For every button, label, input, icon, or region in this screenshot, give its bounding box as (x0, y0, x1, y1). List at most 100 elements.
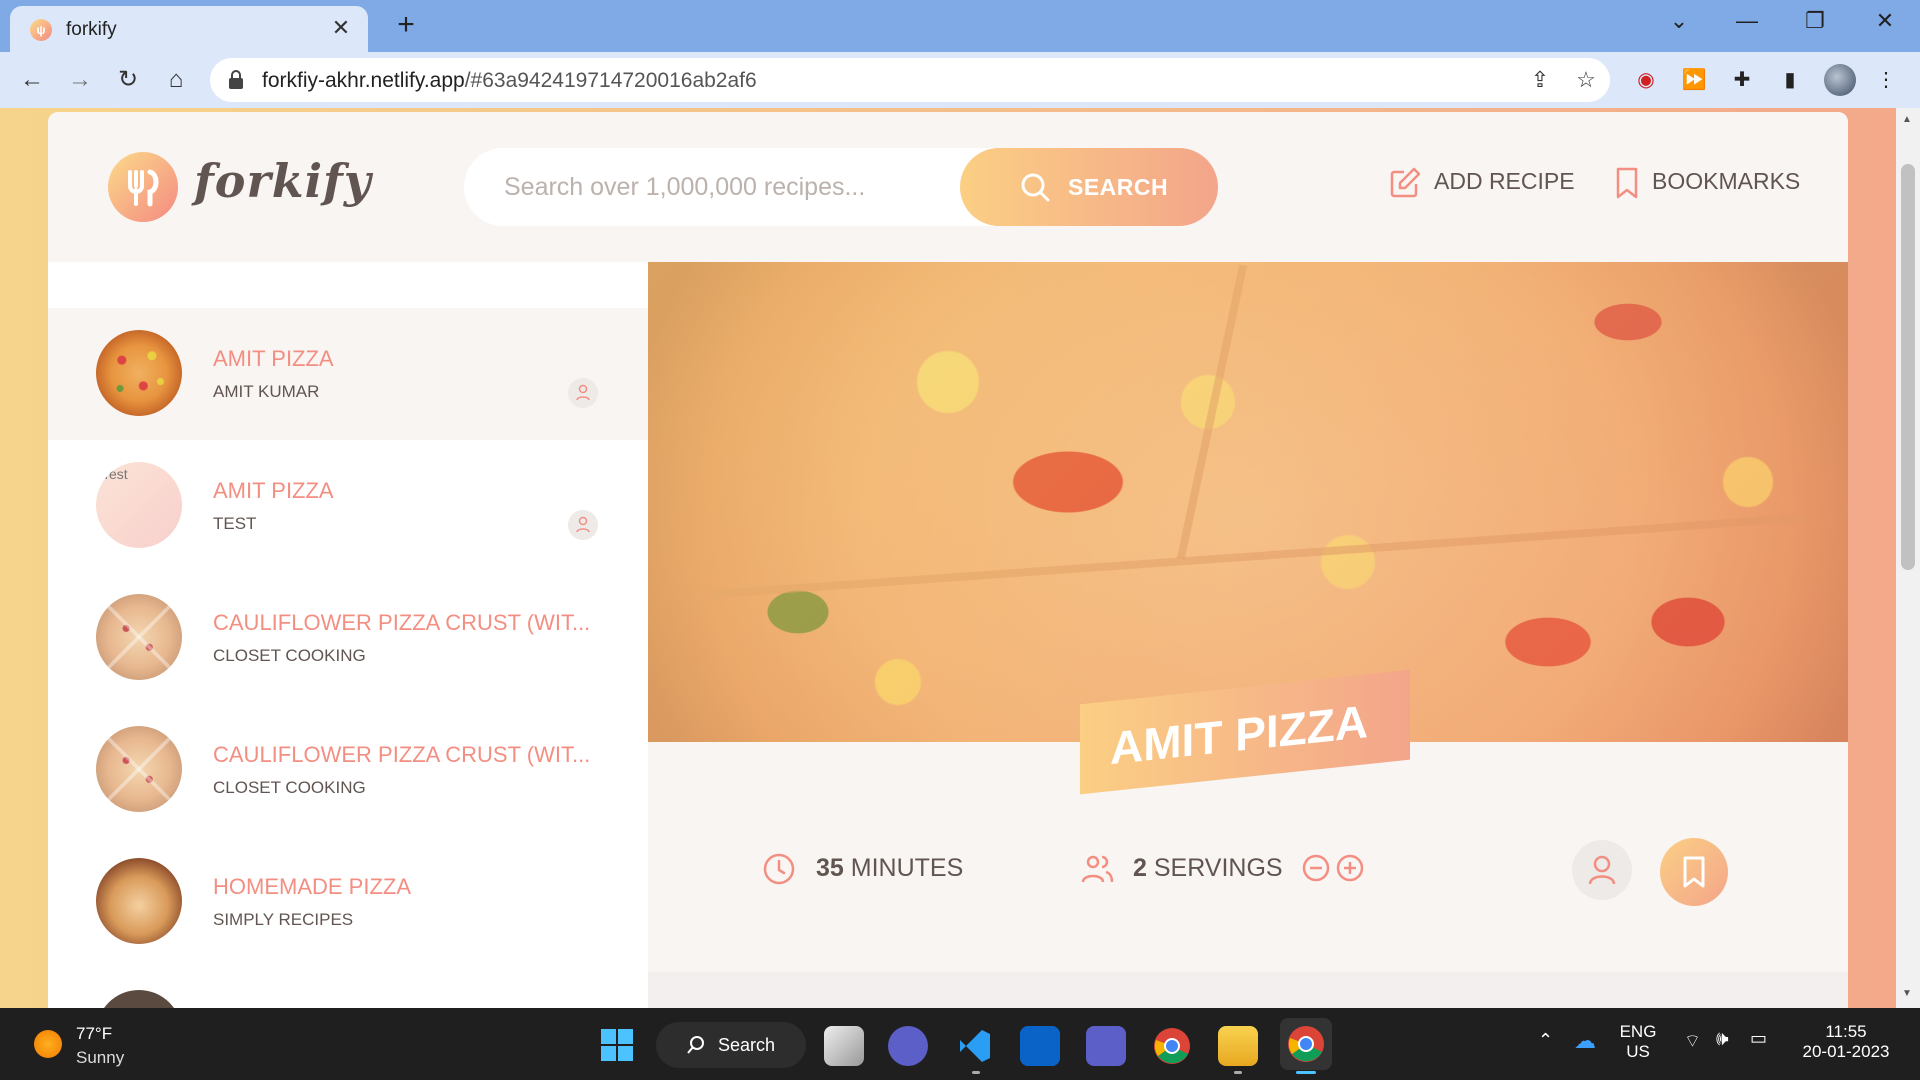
tab-title: forkify (66, 19, 117, 40)
fork-knife-icon (128, 169, 159, 207)
wifi-icon[interactable]: ⌔ (1684, 1030, 1701, 1053)
result-title: CAULIFLOWER PIZZA CRUST (WIT... (213, 610, 591, 635)
language-indicator[interactable]: ENG US (1618, 1022, 1658, 1062)
menu-icon[interactable]: ⋮ (1872, 66, 1900, 94)
result-item[interactable]: CAULIFLOWER PIZZA CRUST (WIT... CLOSET C… (48, 572, 648, 704)
recipe-thumbnail (96, 726, 182, 812)
lock-icon (229, 70, 243, 89)
clock[interactable]: 11:55 20-01-2023 (1796, 1022, 1896, 1062)
browser-tab-bar: ψ forkify ✕ + ⌄ — ❐ ✕ (0, 0, 1920, 52)
file-explorer-icon[interactable] (1218, 1026, 1258, 1066)
increase-servings-icon[interactable] (1336, 854, 1364, 882)
teams-chat-icon[interactable] (888, 1026, 928, 1066)
servings: 2 SERVINGS (1133, 854, 1283, 883)
star-icon[interactable]: ☆ (1570, 64, 1602, 96)
running-indicator (972, 1071, 980, 1074)
url-text: forkfiy-akhr.netlify.app/#63a94241971472… (262, 69, 757, 93)
chrome-icon[interactable] (1152, 1026, 1192, 1066)
result-title: AMIT PIZZA (213, 346, 334, 371)
result-title: AMIT PIZZA (213, 478, 334, 503)
battery-icon[interactable]: ▭ (1750, 1028, 1767, 1049)
add-recipe-button[interactable]: ADD RECIPE (1434, 168, 1575, 195)
weather-condition[interactable]: Sunny (76, 1048, 124, 1068)
volume-icon[interactable]: 🕪 (1716, 1028, 1729, 1051)
cooking-time: 35 MINUTES (816, 854, 963, 883)
back-icon[interactable]: ← (14, 62, 50, 98)
result-publisher: CLOSET COOKING (213, 646, 366, 665)
record-extension-icon[interactable]: ◉ (1632, 66, 1660, 94)
side-panel-icon[interactable]: ▮ (1776, 66, 1804, 94)
recipe-thumbnail (96, 858, 182, 944)
result-item[interactable]: Test AMIT PIZZA TEST (48, 440, 648, 572)
bookmark-icon (1616, 167, 1638, 199)
browser-toolbar: ← → ↻ ⌂ forkfiy-akhr.netlify.app/#63a942… (0, 52, 1920, 108)
search-icon (1021, 173, 1050, 202)
share-icon[interactable]: ⇪ (1524, 64, 1556, 96)
address-bar[interactable]: forkfiy-akhr.netlify.app/#63a94241971472… (210, 58, 1610, 102)
active-indicator (1296, 1071, 1316, 1074)
result-item[interactable]: AMIT PIZZA AMIT KUMAR (48, 308, 648, 440)
browser-tab[interactable]: ψ forkify ✕ (10, 6, 368, 52)
clock-icon (763, 853, 795, 885)
result-item[interactable] (48, 968, 648, 1008)
media-extension-icon[interactable]: ⏩ (1680, 66, 1708, 94)
search-button[interactable]: SEARCH (960, 148, 1218, 226)
windows-taskbar: 77°F Sunny Search ⌃ ☁ ENG US ⌔ 🕪 ▭ 11:55… (0, 1008, 1920, 1080)
recipe-thumbnail (96, 330, 182, 416)
image-alt-text: Test (102, 466, 128, 482)
user-generated-icon (568, 378, 598, 408)
close-tab-icon[interactable]: ✕ (328, 15, 354, 41)
forkify-app: forkify SEARCH ADD RECIPE BOOKM (48, 112, 1848, 1008)
decrease-servings-icon[interactable] (1302, 854, 1330, 882)
logo-text[interactable]: forkify (194, 154, 372, 208)
outlook-icon[interactable] (1020, 1026, 1060, 1066)
chrome-profile-icon[interactable] (1280, 1018, 1332, 1070)
recipe-thumbnail (96, 990, 182, 1008)
recipe-thumbnail (96, 594, 182, 680)
close-window-button[interactable]: ✕ (1870, 8, 1900, 34)
minimize-button[interactable]: — (1732, 8, 1762, 34)
pizza-slice-cut (1176, 264, 1248, 560)
search-button-label: SEARCH (1068, 174, 1169, 200)
recipe-thumbnail: Test (96, 462, 182, 548)
teams-icon[interactable] (1086, 1026, 1126, 1066)
task-view-icon[interactable] (824, 1026, 864, 1066)
home-icon[interactable]: ⌂ (158, 62, 194, 98)
chevron-up-icon[interactable]: ⌃ (1538, 1030, 1553, 1051)
recipe-image (648, 262, 1848, 742)
onedrive-icon[interactable]: ☁ (1574, 1028, 1596, 1054)
forward-icon[interactable]: → (62, 62, 98, 98)
scroll-up-icon[interactable]: ▲ (1902, 114, 1912, 125)
sun-icon[interactable] (34, 1030, 62, 1058)
profile-avatar[interactable] (1824, 64, 1856, 96)
tab-search-icon[interactable]: ⌄ (1664, 8, 1694, 34)
servings-label: SERVINGS (1153, 854, 1283, 882)
running-indicator (1234, 1071, 1242, 1074)
scroll-down-icon[interactable]: ▼ (1902, 988, 1912, 999)
servings-value: 2 (1133, 854, 1147, 882)
bookmarks-button[interactable]: BOOKMARKS (1652, 168, 1800, 195)
reload-icon[interactable]: ↻ (110, 62, 146, 98)
user-icon (1588, 855, 1616, 885)
region-code: US (1626, 1042, 1650, 1061)
extensions-icon[interactable]: ✚ (1728, 66, 1756, 94)
windows-start-icon[interactable] (600, 1028, 634, 1062)
result-item[interactable]: HOMEMADE PIZZA SIMPLY RECIPES (48, 836, 648, 968)
minutes-value: 35 (816, 854, 844, 882)
result-item[interactable]: CAULIFLOWER PIZZA CRUST (WIT... CLOSET C… (48, 704, 648, 836)
weather-temperature[interactable]: 77°F (76, 1024, 112, 1044)
vscode-icon[interactable] (954, 1026, 994, 1066)
ingredients-section (648, 972, 1848, 1008)
time: 11:55 (1825, 1022, 1867, 1041)
search-icon (687, 1036, 704, 1054)
pizza-slice-cut (709, 513, 1807, 599)
logo-badge (108, 152, 178, 222)
search-input[interactable] (504, 170, 924, 204)
new-tab-button[interactable]: + (390, 10, 422, 42)
scroll-thumb[interactable] (1901, 164, 1915, 570)
restore-button[interactable]: ❐ (1800, 8, 1830, 34)
bookmark-button[interactable] (1660, 838, 1728, 906)
page-scrollbar[interactable]: ▲ ▼ (1896, 108, 1920, 1008)
url-path: /#63a942419714720016ab2af6 (464, 69, 757, 92)
taskbar-search[interactable]: Search (656, 1022, 806, 1068)
